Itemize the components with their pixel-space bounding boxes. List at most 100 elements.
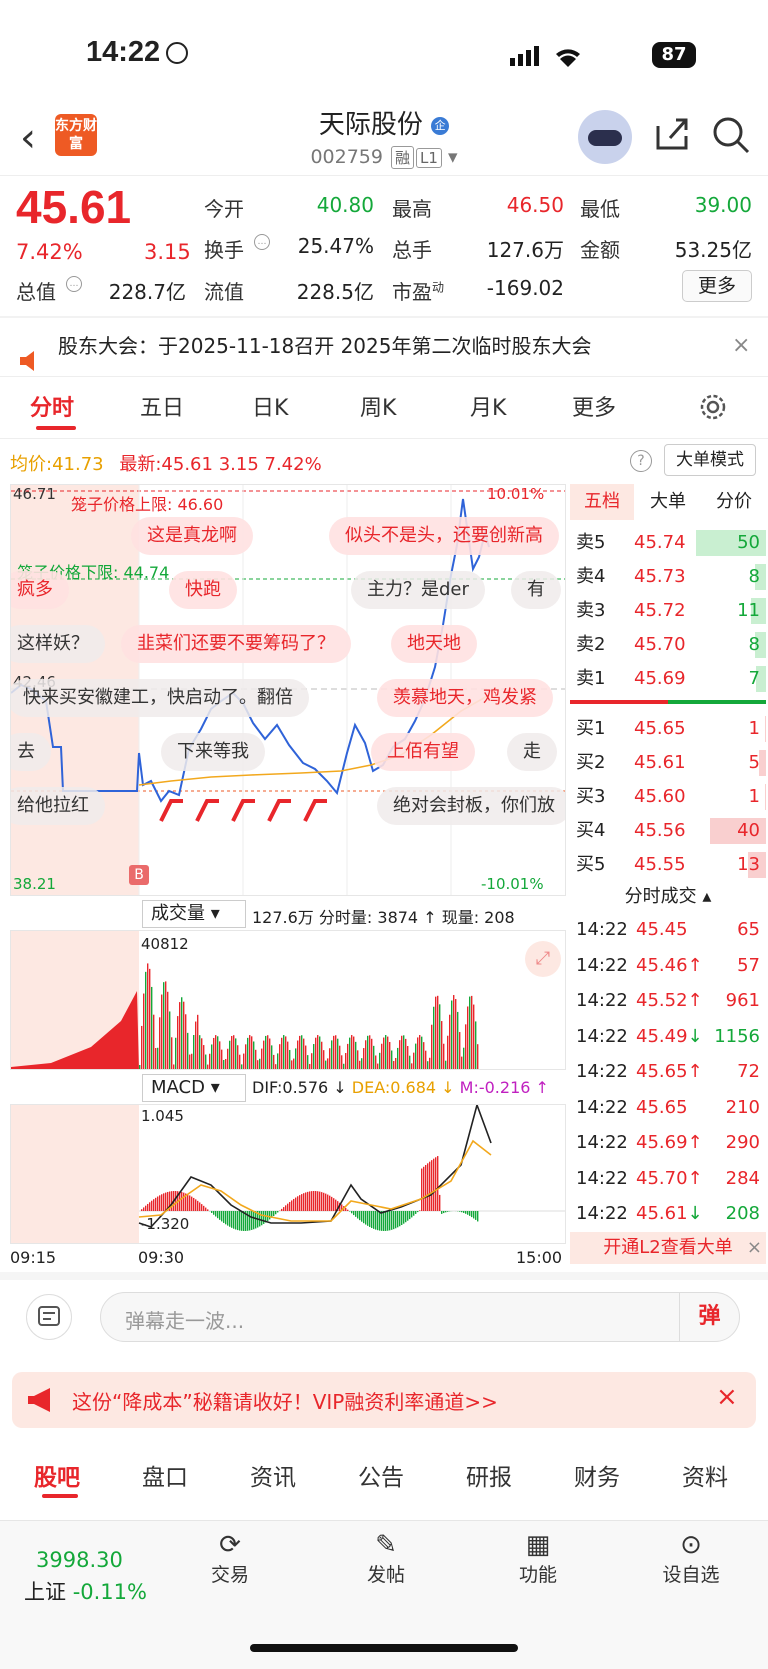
assistant-robot-icon[interactable] (578, 110, 632, 164)
danmu-bubble[interactable]: 绝对会封板，你们放 (377, 787, 565, 825)
volume-bar (413, 1052, 415, 1069)
danmu-bubble[interactable]: 韭菜们还要不要筹码了？ (121, 625, 351, 663)
tab-5day[interactable]: 五日 (140, 390, 184, 422)
danmu-bubble[interactable]: 有 (511, 571, 561, 609)
macd-bar (345, 1207, 347, 1211)
danmu-bubble[interactable]: 疯多 (11, 571, 69, 609)
search-icon[interactable] (712, 116, 750, 154)
volume-bar (365, 1040, 367, 1069)
danmu-bubble[interactable]: 这样妖？ (11, 625, 105, 663)
danmu-bubble[interactable]: 走 (507, 733, 557, 771)
macd-bar (287, 1203, 289, 1211)
tab-more[interactable]: 更多 (572, 390, 616, 422)
info-icon[interactable]: … (254, 234, 270, 250)
time-open: 09:30 (138, 1248, 185, 1267)
danmu-bubble[interactable]: 给他拉红 (11, 787, 105, 825)
macd-chart[interactable]: 1.045 -1.320 (10, 1104, 566, 1244)
danmu-placeholder: 弹幕走一波... (125, 1309, 245, 1333)
nav-add-watchlist[interactable]: ⊙ 设自选 (656, 1530, 726, 1587)
danmu-bubble[interactable]: 快来买安徽建工，快启动了。翻倍 (11, 679, 309, 717)
macd-bar (409, 1211, 411, 1220)
volume-bar (425, 1050, 427, 1069)
volume-selector[interactable]: 成交量 ▾ (142, 900, 246, 928)
tab-intraday[interactable]: 分时 (30, 390, 74, 422)
close-icon[interactable]: × (716, 1382, 738, 1412)
close-icon[interactable]: × (732, 318, 750, 374)
danmu-bubble[interactable]: 去 (11, 733, 51, 771)
macd-bar (459, 1211, 461, 1212)
info-icon[interactable]: … (66, 276, 82, 292)
tab-weekly[interactable]: 周K (360, 390, 396, 422)
orderbook-row: 买3 45.60 1 (570, 780, 766, 814)
macd-bar (263, 1211, 265, 1224)
volume-bar (379, 1052, 381, 1069)
volume-bar (243, 1053, 245, 1069)
big-order-mode-button[interactable]: 大单模式 (664, 444, 756, 476)
macd-bar (255, 1211, 257, 1229)
danmu-bubble[interactable]: 主力？是der (351, 571, 485, 609)
danmu-bubble[interactable]: 下来等我 (161, 733, 265, 771)
tab-pankou[interactable]: 盘口 (142, 1458, 188, 1492)
macd-bar (329, 1195, 331, 1211)
macd-bar (291, 1200, 293, 1211)
share-icon[interactable] (654, 116, 690, 152)
volume-bar (259, 1058, 261, 1069)
tab-indicator (36, 426, 76, 430)
volume-bar (315, 1037, 317, 1069)
volume-bar (237, 1045, 239, 1069)
tab-news[interactable]: 资讯 (250, 1458, 296, 1492)
tab-5level[interactable]: 五档 (570, 484, 634, 520)
volume-bar (327, 1058, 329, 1069)
notice-bar[interactable]: 股东大会：于2025-11-18召开 2025年第二次临时股东大会 × (0, 318, 768, 374)
volume-bar (443, 1043, 445, 1069)
more-button[interactable]: 更多 (682, 270, 752, 302)
vip-ad-banner[interactable]: 这份“降成本”秘籍请收好！VIP融资利率通道>> × (12, 1372, 756, 1428)
trades-title[interactable]: 分时成交 ▴ (570, 882, 766, 910)
danmu-bubble[interactable]: 这是真龙啊 (131, 517, 253, 555)
volume-bar (181, 997, 183, 1069)
tab-guba[interactable]: 股吧 (34, 1458, 80, 1492)
tab-research[interactable]: 研报 (466, 1458, 512, 1492)
help-icon[interactable]: ? (630, 450, 652, 472)
tab-big-order[interactable]: 大单 (636, 484, 700, 520)
nav-functions[interactable]: ▦ 功能 (508, 1530, 568, 1587)
danmu-bubble[interactable]: 地天地 (391, 625, 477, 663)
danmu-bubble[interactable]: 上佰有望 (371, 733, 475, 771)
volume-bar (381, 1043, 383, 1069)
nav-post[interactable]: ✎ 发帖 (356, 1530, 416, 1587)
volume-bar (275, 1064, 277, 1069)
danmu-send-button[interactable]: 弹 (679, 1293, 739, 1341)
volume-bar (205, 1054, 207, 1069)
l2-upgrade-banner[interactable]: 开通L2查看大单 × (570, 1232, 766, 1264)
indicator-selector[interactable]: MACD ▾ (142, 1074, 246, 1102)
volume-bar (185, 1014, 187, 1069)
stock-code[interactable]: 002759 融 L1 ▾ (0, 146, 768, 169)
close-icon[interactable]: × (747, 1232, 762, 1264)
tab-profile[interactable]: 资料 (682, 1458, 728, 1492)
macd-bar (465, 1211, 467, 1214)
tab-finance[interactable]: 财务 (574, 1458, 620, 1492)
tab-monthly[interactable]: 月K (470, 390, 506, 422)
tab-announce[interactable]: 公告 (358, 1458, 404, 1492)
tab-daily[interactable]: 日K (252, 390, 288, 422)
volume-bar (357, 1050, 359, 1069)
buy-marker[interactable]: B (129, 865, 149, 885)
danmu-bubble[interactable]: 快跑 (169, 571, 237, 609)
nav-trade[interactable]: ⟳ 交易 (200, 1530, 260, 1587)
volume-bar (253, 1041, 255, 1069)
danmu-settings-icon[interactable] (26, 1294, 72, 1340)
macd-values: DIF:0.576 ↓ DEA:0.684 ↓ M:-0.216 ↑ (252, 1078, 549, 1097)
index-value[interactable]: 3998.30 (36, 1548, 123, 1572)
intraday-chart[interactable]: 46.71 42.46 38.21 10.01% -10.01% 笼子价格上限:… (10, 484, 566, 896)
expand-icon[interactable]: ⤢ (525, 941, 561, 977)
macd-bar (213, 1211, 215, 1215)
volume-bar (229, 1040, 231, 1069)
danmu-bubble[interactable]: 羡慕地天，鸡发紧 (377, 679, 553, 717)
settings-gear-icon[interactable] (698, 392, 728, 422)
danmu-bubble[interactable]: 似头不是头，还要创新高 (329, 517, 559, 555)
index-line[interactable]: 上证 -0.11% (24, 1576, 147, 1606)
macd-bar (399, 1211, 401, 1227)
tab-price-dist[interactable]: 分价 (702, 484, 766, 520)
danmu-input[interactable]: 弹幕走一波... 弹 (100, 1292, 740, 1342)
volume-chart[interactable]: 40812 ⤢ (10, 930, 566, 1070)
